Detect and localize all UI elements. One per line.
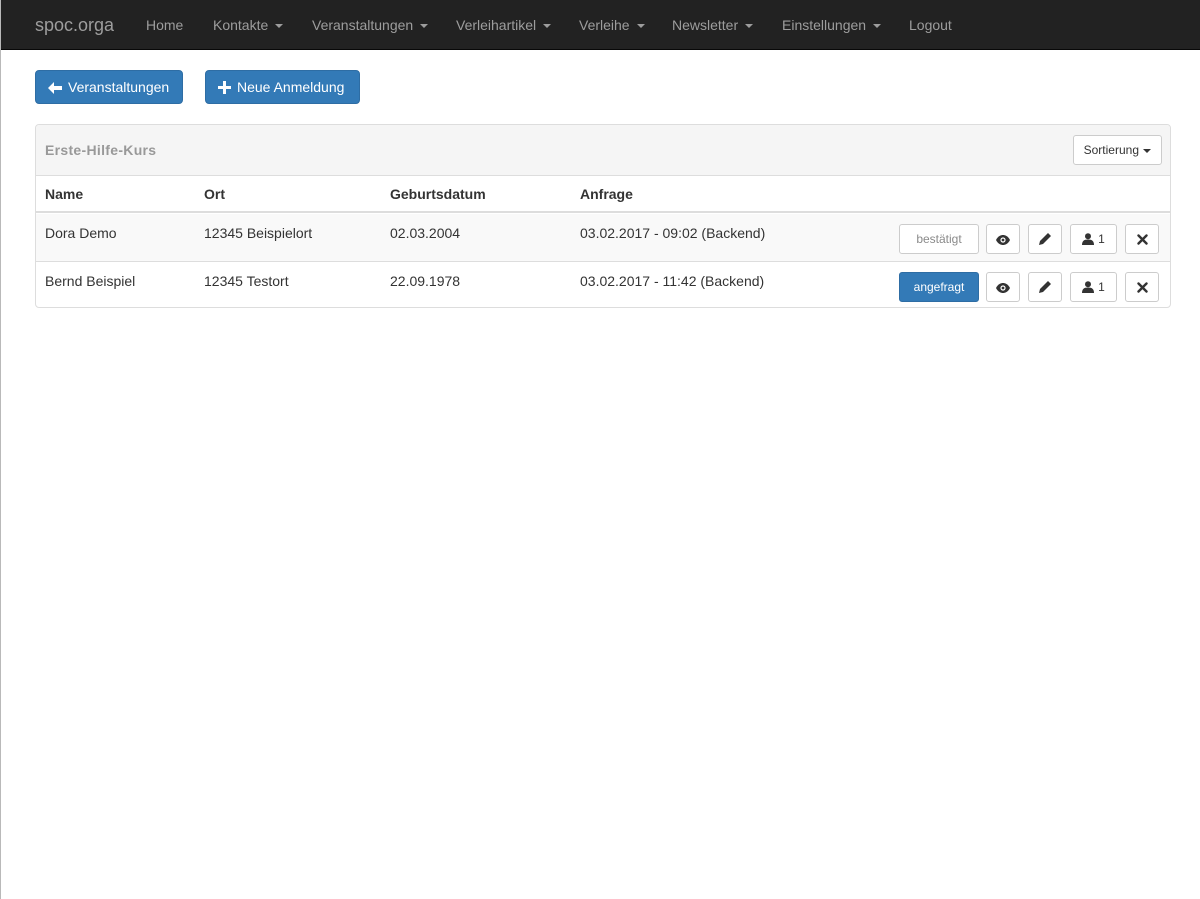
persons-button[interactable]: 1 xyxy=(1070,224,1117,254)
nav-verleihartikel[interactable]: Verleihartikel xyxy=(456,0,552,50)
nav-newsletter-label: Newsletter xyxy=(672,17,739,33)
nav-verleihe[interactable]: Verleihe xyxy=(579,0,645,50)
cell-ort: 12345 Beispielort xyxy=(204,225,313,241)
nav-home[interactable]: Home xyxy=(146,0,183,50)
pencil-icon xyxy=(1039,281,1051,293)
panel-title: Erste-Hilfe-Kurs xyxy=(45,142,157,158)
delete-button[interactable] xyxy=(1125,272,1159,302)
plus-icon xyxy=(218,81,231,94)
close-icon xyxy=(1136,234,1148,245)
cell-anfrage: 03.02.2017 - 11:42 (Backend) xyxy=(580,273,765,289)
user-icon xyxy=(1082,281,1095,293)
nav-verleihe-label: Verleihe xyxy=(579,17,630,33)
nav-logout-label: Logout xyxy=(909,17,952,33)
brand-logo[interactable]: spoc.orga xyxy=(35,13,114,37)
cell-geburtsdatum: 22.09.1978 xyxy=(390,273,461,289)
eye-icon xyxy=(996,283,1010,293)
table-header: Name Ort Geburtsdatum Anfrage xyxy=(36,176,1170,213)
nav-einstellungen[interactable]: Einstellungen xyxy=(782,0,882,50)
nav-verleihartikel-label: Verleihartikel xyxy=(456,17,537,33)
nav-veranstaltungen-label: Veranstaltungen xyxy=(312,17,414,33)
pencil-icon xyxy=(1039,233,1051,245)
nav-logout[interactable]: Logout xyxy=(909,0,952,50)
view-button[interactable] xyxy=(986,224,1020,254)
delete-button[interactable] xyxy=(1125,224,1159,254)
back-button-label: Veranstaltungen xyxy=(68,79,170,95)
chevron-down-icon xyxy=(636,24,645,29)
nav-kontakte[interactable]: Kontakte xyxy=(213,0,284,50)
nav-newsletter[interactable]: Newsletter xyxy=(672,0,754,50)
status-button-requested[interactable]: angefragt xyxy=(899,272,979,302)
cell-geburtsdatum: 02.03.2004 xyxy=(390,225,461,241)
back-to-events-button[interactable]: Veranstaltungen xyxy=(35,70,183,104)
view-button[interactable] xyxy=(986,272,1020,302)
top-navbar: spoc.orga Home Kontakte Veranstaltungen … xyxy=(1,0,1200,50)
nav-kontakte-label: Kontakte xyxy=(213,17,269,33)
chevron-down-icon xyxy=(1143,148,1151,153)
persons-count: 1 xyxy=(1098,280,1105,294)
new-registration-label: Neue Anmeldung xyxy=(237,79,345,95)
chevron-down-icon xyxy=(275,24,284,29)
cell-name: Bernd Beispiel xyxy=(45,273,136,289)
edit-button[interactable] xyxy=(1028,224,1062,254)
user-icon xyxy=(1082,233,1095,245)
chevron-down-icon xyxy=(873,24,882,29)
cell-ort: 12345 Testort xyxy=(204,273,289,289)
nav-home-label: Home xyxy=(146,17,184,33)
sort-dropdown-button[interactable]: Sortierung xyxy=(1072,135,1162,165)
status-button-confirmed[interactable]: bestätigt xyxy=(899,224,979,254)
new-registration-button[interactable]: Neue Anmeldung xyxy=(205,70,360,104)
header-geburtsdatum: Geburtsdatum xyxy=(390,186,486,202)
cell-anfrage: 03.02.2017 - 09:02 (Backend) xyxy=(580,225,766,241)
header-name: Name xyxy=(45,186,84,202)
registrations-panel: Erste-Hilfe-Kurs Sortierung Name Ort Geb… xyxy=(35,124,1171,308)
header-anfrage: Anfrage xyxy=(580,186,633,202)
table-row: Bernd Beispiel 12345 Testort 22.09.1978 … xyxy=(36,261,1170,307)
panel-heading: Erste-Hilfe-Kurs Sortierung xyxy=(36,125,1170,176)
nav-einstellungen-label: Einstellungen xyxy=(782,17,867,33)
close-icon xyxy=(1136,282,1148,293)
arrow-left-icon xyxy=(48,82,62,94)
chevron-down-icon xyxy=(420,24,429,29)
persons-count: 1 xyxy=(1098,232,1105,246)
nav-veranstaltungen[interactable]: Veranstaltungen xyxy=(312,0,429,50)
eye-icon xyxy=(996,235,1010,245)
sort-label: Sortierung xyxy=(1083,143,1139,157)
persons-button[interactable]: 1 xyxy=(1070,272,1117,302)
header-ort: Ort xyxy=(204,186,225,202)
edit-button[interactable] xyxy=(1028,272,1062,302)
table-row: Dora Demo 12345 Beispielort 02.03.2004 0… xyxy=(36,214,1170,261)
chevron-down-icon xyxy=(745,24,754,29)
chevron-down-icon xyxy=(543,24,552,29)
cell-name: Dora Demo xyxy=(45,225,117,241)
